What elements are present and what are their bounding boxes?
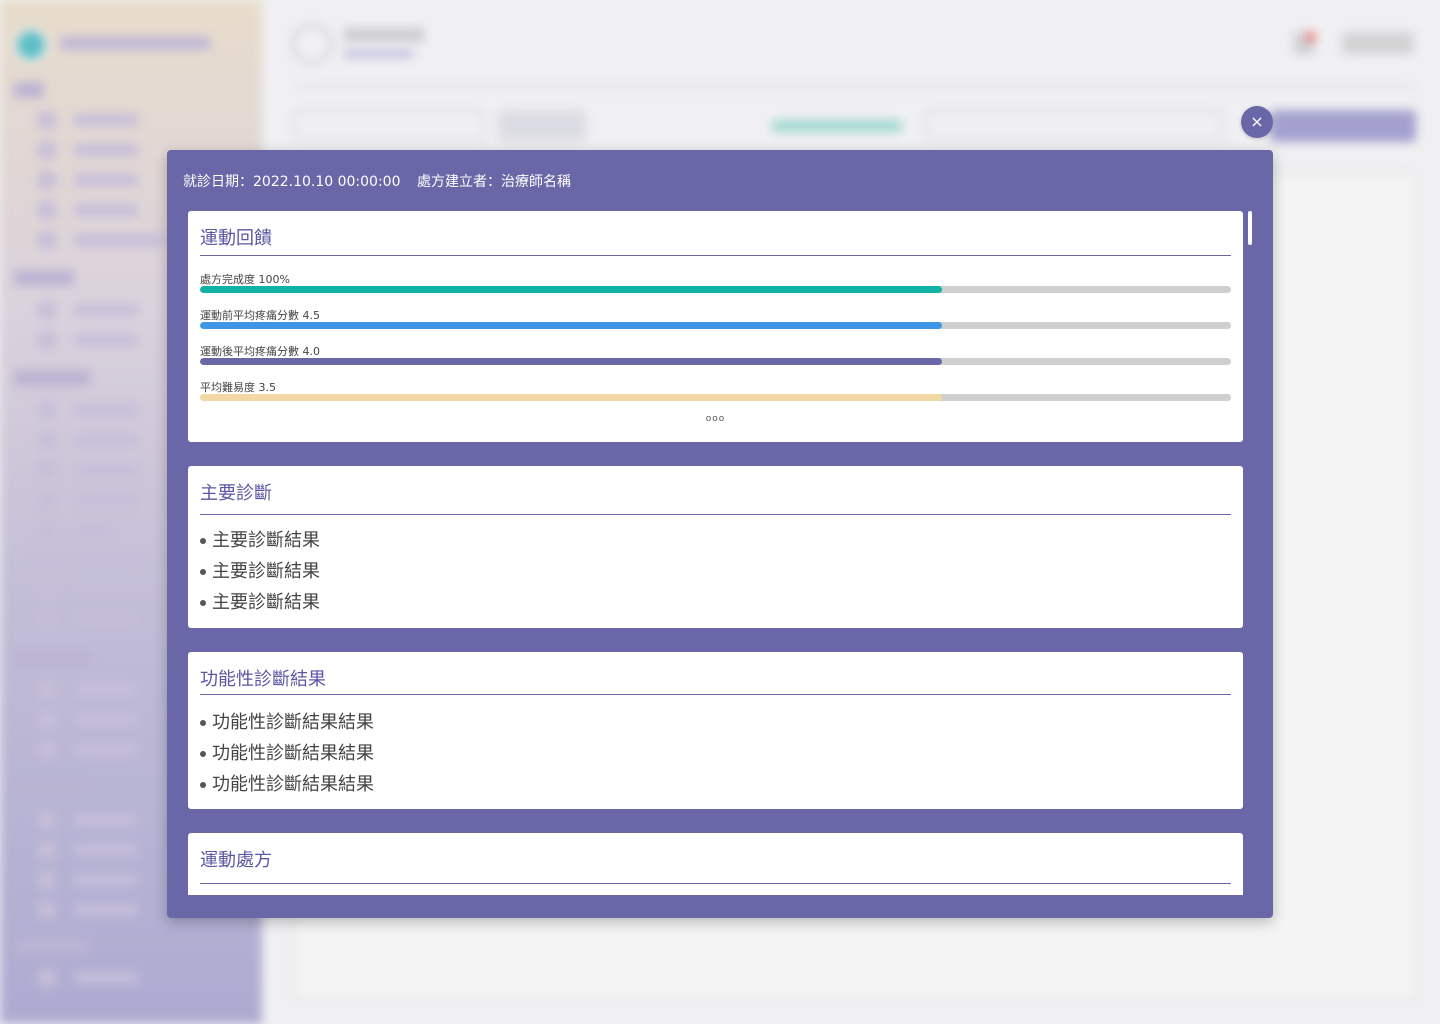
list-item: 功能性診斷結果結果	[200, 707, 374, 738]
feedback-card: 運動回饋 處方完成度 100% 運動前平均疼痛分數 4.5 運動後平均疼痛分數 …	[188, 211, 1243, 442]
modal-scrollbar[interactable]	[1248, 211, 1252, 245]
exercise-prescription-card: 運動處方	[188, 833, 1243, 895]
primary-diagnosis-divider	[200, 514, 1231, 515]
modal-header: 就診日期：2022.10.10 00:00:00 處方建立者：治療師名稱	[183, 171, 571, 191]
functional-diagnosis-divider	[200, 694, 1231, 695]
modal-scroll-area[interactable]: 運動回饋 處方完成度 100% 運動前平均疼痛分數 4.5 運動後平均疼痛分數 …	[188, 211, 1243, 895]
more-button[interactable]: ooo	[188, 414, 1243, 424]
prescription-creator: 處方建立者：治療師名稱	[416, 174, 571, 190]
progress-fill	[200, 358, 943, 365]
functional-diagnosis-list: 功能性診斷結果結果 功能性診斷結果結果 功能性診斷結果結果	[200, 707, 374, 800]
close-button[interactable]: ×	[1241, 106, 1273, 138]
list-item: 主要診斷結果	[200, 556, 320, 587]
difficulty-progress-bar	[200, 394, 1231, 401]
prescription-detail-modal: 就診日期：2022.10.10 00:00:00 處方建立者：治療師名稱 運動回…	[167, 150, 1273, 918]
primary-diagnosis-title: 主要診斷	[200, 483, 272, 504]
list-item: 主要診斷結果	[200, 587, 320, 618]
metric-label: 平均難易度 3.5	[200, 381, 276, 394]
visit-date: 就診日期：2022.10.10 00:00:00	[183, 174, 401, 190]
functional-diagnosis-title: 功能性診斷結果	[200, 669, 326, 690]
pain-before-progress-bar	[200, 322, 1231, 329]
metric-label: 運動後平均疼痛分數 4.0	[200, 345, 320, 358]
primary-diagnosis-card: 主要診斷 主要診斷結果 主要診斷結果 主要診斷結果	[188, 466, 1243, 628]
progress-fill	[200, 286, 943, 293]
list-item: 功能性診斷結果結果	[200, 738, 374, 769]
exercise-prescription-title: 運動處方	[200, 850, 272, 871]
exercise-prescription-divider	[200, 883, 1231, 884]
feedback-divider	[200, 255, 1231, 256]
metric-label: 運動前平均疼痛分數 4.5	[200, 309, 320, 322]
metric-label: 處方完成度 100%	[200, 273, 290, 286]
progress-fill	[200, 394, 943, 401]
primary-diagnosis-list: 主要診斷結果 主要診斷結果 主要診斷結果	[200, 525, 320, 618]
completion-progress-bar	[200, 286, 1231, 293]
progress-fill	[200, 322, 943, 329]
list-item: 主要診斷結果	[200, 525, 320, 556]
pain-after-progress-bar	[200, 358, 1231, 365]
list-item: 功能性診斷結果結果	[200, 769, 374, 800]
functional-diagnosis-card: 功能性診斷結果 功能性診斷結果結果 功能性診斷結果結果 功能性診斷結果結果	[188, 652, 1243, 809]
feedback-title: 運動回饋	[200, 228, 272, 249]
